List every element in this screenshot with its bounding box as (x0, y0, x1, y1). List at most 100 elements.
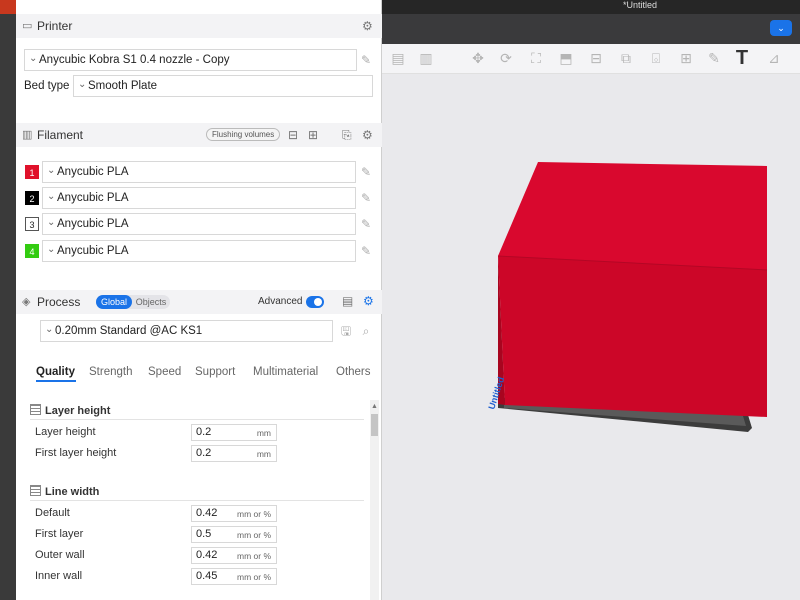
filament-color-swatch[interactable]: 3 (25, 217, 39, 231)
chevron-down-icon: ⌄ (47, 217, 56, 228)
layer-height-input[interactable]: 0.2 mm (191, 424, 277, 441)
param-label: Inner wall (35, 570, 83, 582)
filament-select[interactable]: ⌄ Anycubic PLA (42, 240, 356, 262)
object-top (498, 162, 767, 270)
param-label: Outer wall (35, 549, 85, 561)
mesh-boolean-icon[interactable]: ⧉ (616, 48, 636, 68)
printer-icon: ▭ (22, 20, 33, 32)
rotate-icon[interactable]: ⟳ (496, 48, 516, 68)
settings-scrollbar[interactable]: ▲ (370, 400, 379, 600)
bed-type-select[interactable]: ⌄ Smooth Plate (73, 75, 373, 97)
process-settings-icon[interactable]: ⚙ (363, 294, 374, 308)
printer-section-header[interactable]: ▭ Printer ⚙ (16, 14, 382, 38)
scroll-up-icon[interactable]: ▲ (370, 402, 379, 411)
color-paint-icon[interactable]: ✎ (704, 48, 724, 68)
line-width-icon (30, 485, 41, 496)
mode-objects-button[interactable]: Objects (134, 295, 168, 309)
process-icon: ◈ (22, 296, 31, 308)
filament-name: Anycubic PLA (57, 192, 129, 204)
tab-strength[interactable]: Strength (89, 366, 132, 378)
filament-settings-icon[interactable]: ⚙ (362, 128, 373, 142)
default-line-width-input[interactable]: 0.42 mm or % (191, 505, 277, 522)
printer-header-label: Printer (37, 19, 73, 33)
filament-name: Anycubic PLA (57, 245, 129, 257)
tab-speed[interactable]: Speed (148, 366, 181, 378)
first-layer-line-width-input[interactable]: 0.5 mm or % (191, 526, 277, 543)
process-preset-select[interactable]: ⌄ 0.20mm Standard @AC KS1 (40, 320, 333, 342)
filament-section-header[interactable]: ▥ Filament Flushing volumes ⊟ ⊞ ⎘ ⚙ (16, 123, 382, 147)
filament-icon: ▥ (22, 129, 33, 141)
search-icon[interactable]: ⌕ (359, 324, 373, 338)
edit-filament-icon[interactable]: ✎ (359, 165, 373, 179)
mode-global-button[interactable]: Global (96, 295, 132, 309)
filament-header-label: Filament (37, 128, 84, 142)
tab-support[interactable]: Support (195, 366, 235, 378)
filament-color-swatch[interactable]: 1 (25, 165, 39, 179)
window-title: *Untitled (622, 0, 658, 10)
remove-filament-icon[interactable]: ⊟ (288, 128, 298, 142)
text-tool-icon[interactable]: T (732, 48, 752, 68)
scroll-thumb[interactable] (371, 414, 378, 436)
add-filament-icon[interactable]: ⊞ (308, 128, 318, 142)
tab-others[interactable]: Others (336, 366, 371, 378)
process-section-header[interactable]: ◈ Process (16, 290, 382, 314)
sync-filament-icon[interactable]: ⎘ (342, 128, 352, 143)
scale-icon[interactable]: ⛶ (526, 48, 546, 68)
lay-on-face-icon[interactable]: ⬒ (556, 48, 576, 68)
filament-name: Anycubic PLA (57, 218, 129, 230)
printer-settings-icon[interactable]: ⚙ (362, 19, 373, 33)
layer-height-icon (30, 404, 41, 415)
flushing-volumes-button[interactable]: Flushing volumes (206, 128, 281, 141)
param-label: First layer height (35, 447, 117, 459)
edit-filament-icon[interactable]: ✎ (359, 191, 373, 205)
filament-color-swatch[interactable]: 4 (25, 244, 39, 258)
chevron-down-icon: ⌄ (78, 79, 87, 90)
outer-wall-line-width-input[interactable]: 0.42 mm or % (191, 547, 277, 564)
process-header-label: Process (37, 295, 81, 309)
move-icon[interactable]: ✥ (468, 48, 488, 68)
chevron-down-icon: ⌄ (47, 244, 56, 255)
orient-icon[interactable]: ▤ (388, 48, 408, 68)
edit-printer-icon[interactable]: ✎ (359, 53, 373, 67)
param-label: Default (35, 507, 70, 519)
first-layer-height-input[interactable]: 0.2 mm (191, 445, 277, 462)
param-label: Layer height (35, 426, 96, 438)
chevron-down-icon: ⌄ (47, 191, 56, 202)
advanced-toggle[interactable] (306, 296, 324, 308)
filament-select[interactable]: ⌄ Anycubic PLA (42, 161, 356, 183)
line-width-group-title: Line width (30, 485, 99, 498)
plate-scene: Untitled (486, 162, 768, 432)
measure-icon[interactable]: ⊿ (764, 48, 784, 68)
advanced-label: Advanced (258, 296, 303, 307)
seam-paint-icon[interactable]: ⊞ (676, 48, 696, 68)
process-compare-icon[interactable]: ▤ (342, 294, 353, 308)
filament-select[interactable]: ⌄ Anycubic PLA (42, 213, 356, 235)
process-mode-switch[interactable]: Global Objects (96, 295, 170, 309)
dropdown-chevron-icon[interactable]: ⌄ (770, 20, 792, 36)
object-front (498, 256, 767, 417)
filament-select[interactable]: ⌄ Anycubic PLA (42, 187, 356, 209)
printer-preset-select[interactable]: ⌄ Anycubic Kobra S1 0.4 nozzle - Copy (24, 49, 357, 71)
cut-icon[interactable]: ⊟ (586, 48, 606, 68)
edit-filament-icon[interactable]: ✎ (359, 244, 373, 258)
inner-wall-line-width-input[interactable]: 0.45 mm or % (191, 568, 277, 585)
arrange-icon[interactable]: ▥ (416, 48, 436, 68)
chevron-down-icon: ⌄ (45, 324, 54, 335)
chevron-down-icon: ⌄ (47, 165, 56, 176)
active-tab-indicator (36, 380, 76, 382)
save-preset-icon[interactable]: 🖫 (339, 324, 353, 338)
3d-viewport[interactable]: Untitled (380, 74, 800, 600)
printer-preset-value: Anycubic Kobra S1 0.4 nozzle - Copy (39, 54, 230, 66)
chevron-down-icon: ⌄ (29, 53, 38, 64)
support-paint-icon[interactable]: ⌺ (646, 48, 666, 68)
settings-panel: ▭ Printer ⚙ ⌄ Anycubic Kobra S1 0.4 nozz… (16, 0, 382, 600)
process-preset-value: 0.20mm Standard @AC KS1 (55, 325, 203, 337)
tab-quality[interactable]: Quality (36, 366, 75, 378)
edit-filament-icon[interactable]: ✎ (359, 217, 373, 231)
bed-type-value: Smooth Plate (88, 80, 158, 92)
filament-color-swatch[interactable]: 2 (25, 191, 39, 205)
top-toolbar: ⌄ (380, 14, 800, 44)
param-label: First layer (35, 528, 84, 540)
tab-multimaterial[interactable]: Multimaterial (253, 366, 318, 378)
tool-icon-bar: ▤ ▥ ✥ ⟳ ⛶ ⬒ ⊟ ⧉ ⌺ ⊞ ✎ T ⊿ (380, 44, 800, 74)
